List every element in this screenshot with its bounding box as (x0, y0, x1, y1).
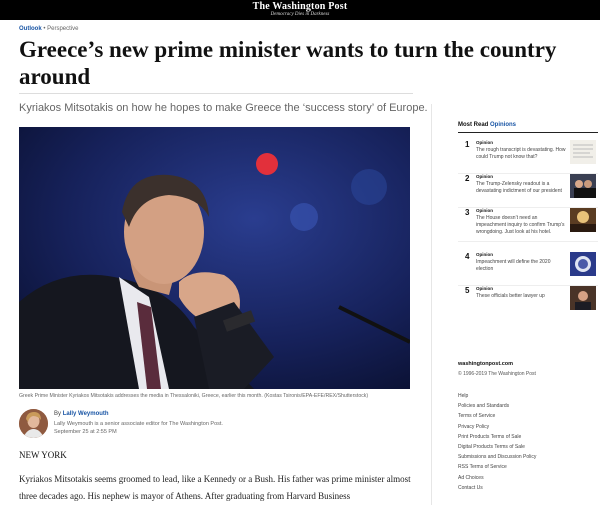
footer-link-contact[interactable]: Contact Us (458, 483, 536, 493)
article-label: Perspective (47, 26, 79, 32)
footer-link-submissions[interactable]: Submissions and Discussion Policy (458, 452, 536, 462)
byline: By Lally Weymouth (54, 411, 109, 417)
lead-photo[interactable] (19, 127, 410, 389)
sidebar-divider (431, 104, 432, 505)
footer-link-rss[interactable]: RSS Terms of Service (458, 462, 536, 472)
kicker-separator: • (43, 26, 46, 32)
author-bio: Lally Weymouth is a senior associate edi… (54, 421, 223, 427)
item-label: Opinion (476, 140, 493, 145)
author-avatar[interactable] (19, 409, 48, 438)
document-thumbnail[interactable] (570, 140, 596, 164)
item-headline[interactable]: The rough transcript is devastating. How… (476, 147, 566, 161)
most-read-accent[interactable]: Opinions (490, 122, 516, 128)
article-headline: Greece’s new prime minister wants to tur… (19, 37, 557, 89)
item-rank: 5 (465, 286, 470, 295)
divider (19, 93, 413, 94)
most-read-item[interactable]: 5 Opinion These officials better lawyer … (458, 286, 598, 322)
most-read-item[interactable]: 2 Opinion The Trump-Zelensky readout is … (458, 174, 598, 210)
masthead-tagline: Democracy Dies in Darkness (270, 12, 330, 17)
footer-link-help[interactable]: Help (458, 391, 536, 401)
photo-caption: Greek Prime Minister Kyriakos Mitsotakis… (19, 393, 369, 399)
item-rank: 4 (465, 252, 470, 261)
footer-copyright: © 1996-2019 The Washington Post (458, 371, 536, 377)
item-headline[interactable]: Impeachment will define the 2020 electio… (476, 259, 566, 273)
article-dek: Kyriakos Mitsotakis on how he hopes to m… (19, 102, 428, 114)
meeting-photo-thumbnail[interactable] (570, 174, 596, 198)
article-kicker: Outlook • Perspective (19, 26, 78, 32)
footer-link-policies[interactable]: Policies and Standards (458, 401, 536, 411)
item-headline[interactable]: The Trump-Zelensky readout is a devastat… (476, 181, 566, 195)
item-headline[interactable]: These officials better lawyer up (476, 293, 566, 300)
dateline: NEW YORK (19, 450, 67, 460)
item-label: Opinion (476, 208, 493, 213)
publish-date: September 25 at 2:55 PM (54, 429, 117, 435)
footer-link-privacy[interactable]: Privacy Policy (458, 422, 536, 432)
item-rank: 1 (465, 140, 470, 149)
footer-link-print-terms[interactable]: Print Products Terms of Sale (458, 432, 536, 442)
footer-link-ad-choices[interactable]: Ad Choices (458, 473, 536, 483)
most-read-label: Most Read (458, 122, 489, 128)
item-label: Opinion (476, 252, 493, 257)
most-read-item[interactable]: 4 Opinion Impeachment will define the 20… (458, 252, 598, 288)
item-headline[interactable]: The House doesn’t need an impeachment in… (476, 215, 566, 236)
masthead-bar: The Washington Post Democracy Dies in Da… (0, 0, 600, 20)
item-label: Opinion (476, 174, 493, 179)
capitol-thumbnail[interactable] (570, 252, 596, 276)
author-link[interactable]: Lally Weymouth (63, 411, 109, 417)
footer-site-name[interactable]: washingtonpost.com (458, 361, 513, 367)
masthead-logo[interactable]: The Washington Post (0, 0, 600, 12)
portrait-thumbnail[interactable] (570, 286, 596, 310)
most-read-title: Most Read Opinions (458, 122, 516, 128)
most-read-item[interactable]: 3 Opinion The House doesn’t need an impe… (458, 208, 598, 244)
item-separator (458, 241, 598, 242)
article-body: Kyriakos Mitsotakis seems groomed to lea… (19, 474, 411, 501)
footer-link-terms[interactable]: Terms of Service (458, 411, 536, 421)
byline-prefix: By (54, 411, 62, 417)
section-link[interactable]: Outlook (19, 26, 42, 32)
footer-link-digital-terms[interactable]: Digital Products Terms of Sale (458, 442, 536, 452)
item-rank: 2 (465, 174, 470, 183)
most-read-rule (458, 132, 598, 133)
most-read-item[interactable]: 1 Opinion The rough transcript is devast… (458, 140, 598, 176)
item-label: Opinion (476, 286, 493, 291)
hotel-lobby-thumbnail[interactable] (570, 208, 596, 232)
item-rank: 3 (465, 208, 470, 217)
footer-links: Help Policies and Standards Terms of Ser… (458, 391, 536, 493)
